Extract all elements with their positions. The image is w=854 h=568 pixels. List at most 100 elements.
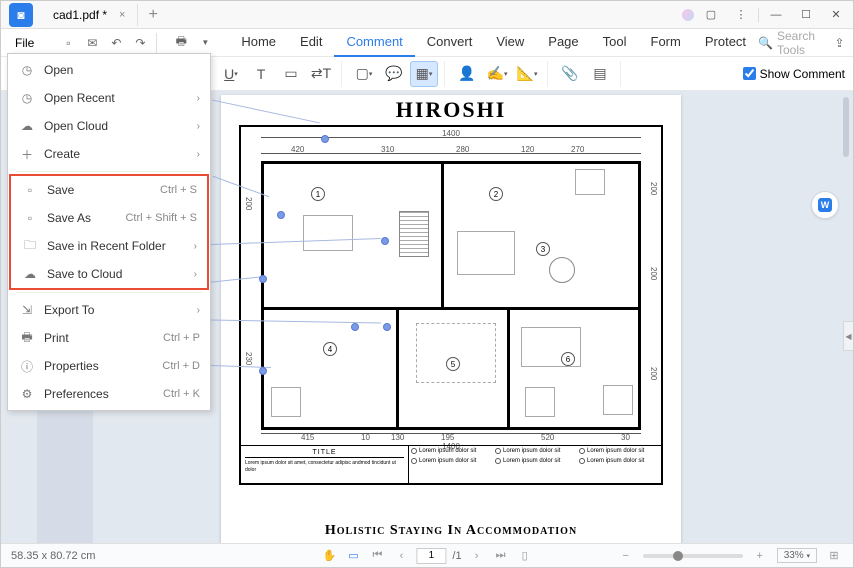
scroll-mode-icon[interactable]: ▯: [516, 547, 534, 565]
menu-open-recent[interactable]: ◷Open Recent›: [8, 84, 210, 112]
menu-properties[interactable]: ⓘPropertiesCtrl + D: [8, 352, 210, 380]
menu-save-recent-folder[interactable]: 🗀Save in Recent Folder›: [11, 232, 207, 260]
tab-page[interactable]: Page: [536, 28, 590, 57]
textbox-icon[interactable]: ▭: [277, 61, 305, 87]
export-icon: ⇲: [18, 301, 36, 319]
save-icon: ▫: [21, 181, 39, 199]
comment-anchor[interactable]: [259, 367, 267, 375]
file-menu-button[interactable]: File: [5, 32, 44, 54]
search-tools[interactable]: 🔍 Search Tools: [758, 29, 828, 57]
tab-protect[interactable]: Protect: [693, 28, 758, 57]
menu-open-cloud[interactable]: ☁Open Cloud›: [8, 112, 210, 140]
dropdown-icon[interactable]: ▼: [195, 33, 215, 53]
document-title: HIROSHI: [221, 95, 681, 129]
highlighted-save-section: ▫SaveCtrl + S ▫Save AsCtrl + Shift + S 🗀…: [9, 174, 209, 290]
text-tool-icon[interactable]: T: [247, 61, 275, 87]
tab-view[interactable]: View: [484, 28, 536, 57]
measure-icon[interactable]: 📐▾: [513, 61, 541, 87]
statusbar: 58.35 x 80.72 cm ✋ ▭ ⏮ ‹ /1 › ⏭ ▯ − + 33…: [1, 543, 853, 567]
next-page-button[interactable]: ›: [468, 547, 486, 565]
comments-panel-icon[interactable]: ▤: [586, 61, 614, 87]
menu-preferences[interactable]: ⚙PreferencesCtrl + K: [8, 380, 210, 408]
show-comment-input[interactable]: [743, 67, 756, 80]
share-icon[interactable]: ⇪: [832, 33, 848, 53]
save-icon[interactable]: ▫: [58, 33, 78, 53]
menu-separator: [16, 171, 202, 172]
select-tool-icon[interactable]: ▭: [344, 547, 362, 565]
word-export-icon[interactable]: W: [811, 191, 839, 219]
menu-tabs: Home Edit Comment Convert View Page Tool…: [229, 28, 758, 57]
menu-export-to[interactable]: ⇲Export To›: [8, 296, 210, 324]
menu-save-as[interactable]: ▫Save AsCtrl + Shift + S: [11, 204, 207, 232]
tab-comment[interactable]: Comment: [334, 28, 414, 57]
tab-tool[interactable]: Tool: [591, 28, 639, 57]
tab-close-button[interactable]: ×: [119, 9, 125, 21]
comment-anchor[interactable]: [351, 323, 359, 331]
maximize-button[interactable]: ☐: [793, 5, 819, 25]
fit-page-icon[interactable]: ⊞: [825, 547, 843, 565]
floorplan-drawing: 1400 420 310 280 120 270 1 2 3 4 5 6: [239, 125, 663, 485]
mail-icon[interactable]: ✉: [82, 33, 102, 53]
note-tool-icon[interactable]: 💬: [380, 61, 408, 87]
vertical-scrollbar[interactable]: [843, 97, 849, 157]
more-icon[interactable]: ⋮: [728, 5, 754, 25]
tab-edit[interactable]: Edit: [288, 28, 334, 57]
zoom-slider[interactable]: [643, 554, 743, 558]
folder-icon: 🗀: [21, 237, 39, 255]
comment-anchor[interactable]: [381, 237, 389, 245]
expand-rail-button[interactable]: ◀: [843, 321, 853, 351]
hand-tool-icon[interactable]: ✋: [320, 547, 338, 565]
page-dimensions: 58.35 x 80.72 cm: [11, 550, 95, 562]
document-page: HIROSHI 1400 420 310 280 120 270 1 2 3 4: [221, 95, 681, 543]
page-number-input[interactable]: [416, 548, 446, 564]
tab-convert[interactable]: Convert: [415, 28, 485, 57]
minimize-button[interactable]: —: [763, 5, 789, 25]
comment-anchor[interactable]: [383, 323, 391, 331]
stairs-icon: [399, 211, 429, 257]
file-dropdown-menu: ◷Open ◷Open Recent› ☁Open Cloud› ＋Create…: [7, 53, 211, 411]
comment-anchor[interactable]: [277, 211, 285, 219]
search-icon: 🔍: [758, 36, 773, 50]
comment-anchor[interactable]: [321, 135, 329, 143]
zoom-in-button[interactable]: +: [751, 547, 769, 565]
prev-page-button[interactable]: ‹: [392, 547, 410, 565]
document-tab[interactable]: cad1.pdf * ×: [41, 4, 138, 26]
tab-home[interactable]: Home: [229, 28, 288, 57]
ai-icon[interactable]: [682, 9, 694, 21]
menu-create[interactable]: ＋Create›: [8, 140, 210, 168]
stamp-icon[interactable]: 👤: [453, 61, 481, 87]
convert-text-icon[interactable]: ⇄T: [307, 61, 335, 87]
saveas-icon: ▫: [21, 209, 39, 227]
new-tab-button[interactable]: +: [138, 6, 167, 24]
menu-save-to-cloud[interactable]: ☁Save to Cloud›: [11, 260, 207, 288]
menu-print[interactable]: 🖶PrintCtrl + P: [8, 324, 210, 352]
titlebar: ◙ cad1.pdf * × + ▢ ⋮ — ☐ ✕: [1, 1, 853, 29]
shape-rect-icon[interactable]: ▢▾: [350, 61, 378, 87]
attachment-icon[interactable]: 📎: [556, 61, 584, 87]
comment-anchor[interactable]: [259, 275, 267, 283]
print-icon[interactable]: 🖶: [171, 33, 191, 53]
undo-icon[interactable]: ↶: [106, 33, 126, 53]
tab-form[interactable]: Form: [639, 28, 693, 57]
first-page-button[interactable]: ⏮: [368, 547, 386, 565]
signature-icon[interactable]: ✍▾: [483, 61, 511, 87]
underline-icon[interactable]: U▾: [217, 61, 245, 87]
title-block: TITLE Lorem ipsum dolor sit amet, consec…: [241, 445, 661, 483]
gear-icon: ⚙: [18, 385, 36, 403]
chevron-right-icon: ›: [197, 121, 200, 132]
recent-icon: ◷: [18, 89, 36, 107]
open-icon: ◷: [18, 61, 36, 79]
redo-icon[interactable]: ↷: [130, 33, 150, 53]
last-page-button[interactable]: ⏭: [492, 547, 510, 565]
tab-title: cad1.pdf *: [53, 8, 107, 22]
plus-icon: ＋: [18, 145, 36, 163]
menu-save[interactable]: ▫SaveCtrl + S: [11, 176, 207, 204]
highlight-area-icon[interactable]: ▦▾: [410, 61, 438, 87]
menu-open[interactable]: ◷Open: [8, 56, 210, 84]
zoom-thumb[interactable]: [673, 551, 683, 561]
show-comment-checkbox[interactable]: Show Comment: [743, 67, 845, 81]
close-button[interactable]: ✕: [823, 5, 849, 25]
zoom-out-button[interactable]: −: [617, 547, 635, 565]
zoom-percent[interactable]: 33% ▾: [777, 548, 817, 563]
note-icon[interactable]: ▢: [698, 5, 724, 25]
